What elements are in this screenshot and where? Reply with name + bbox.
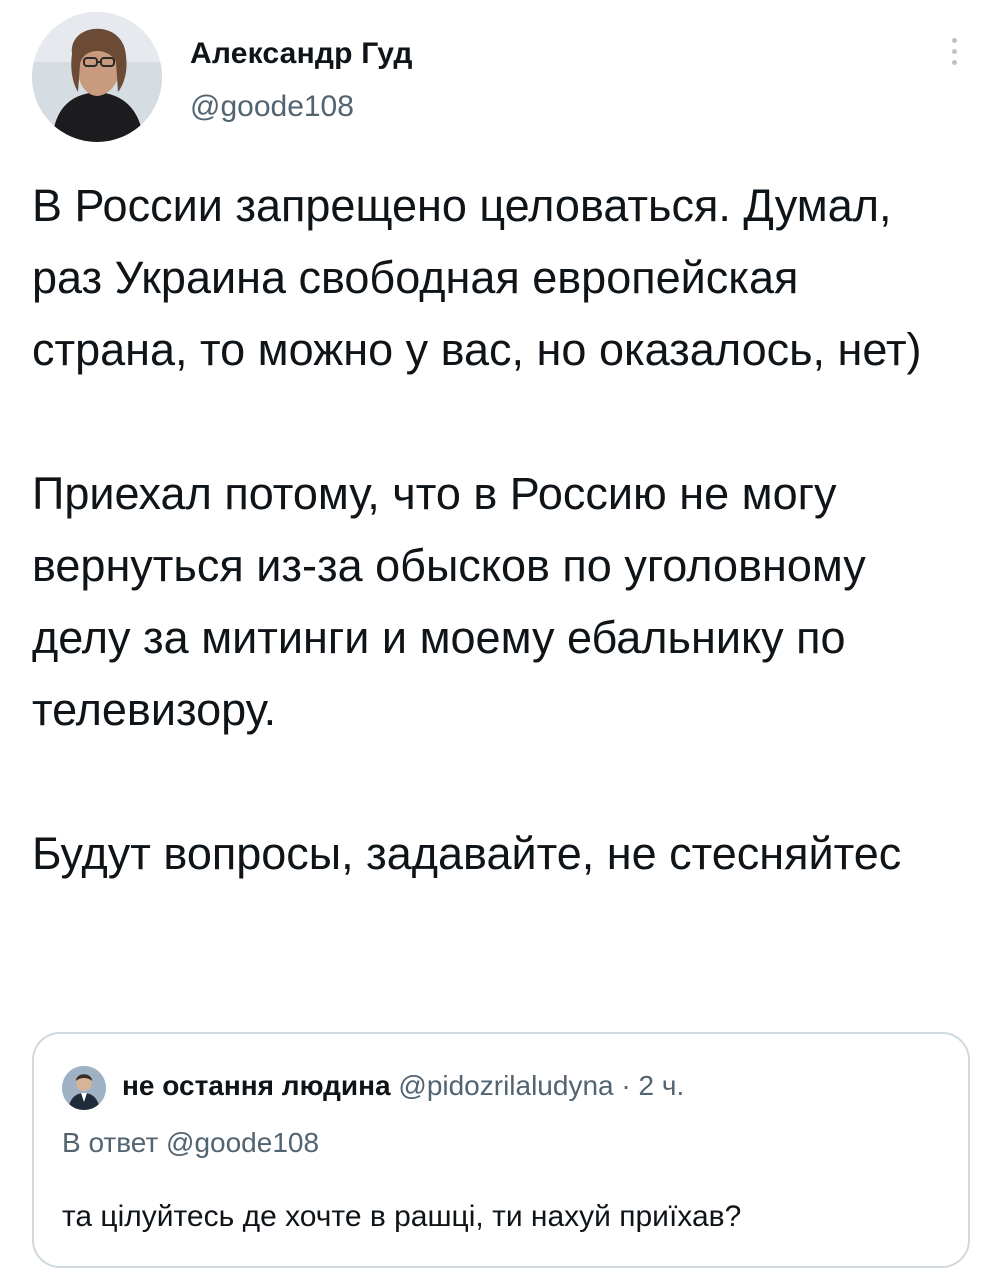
tweet-paragraph: В России запрещено целоваться. Думал, ра…	[32, 180, 922, 375]
tweet-text: В России запрещено целоваться. Думал, ра…	[32, 170, 962, 890]
quoted-author-name[interactable]: не остання людина	[122, 1070, 391, 1101]
author-avatar[interactable]	[32, 12, 162, 142]
tweet-header: Александр Гуд @goode108	[32, 12, 972, 152]
tweet: Александр Гуд @goode108 В России запреще…	[0, 0, 1001, 1280]
meta-separator: ·	[621, 1070, 631, 1101]
tweet-paragraph: Приехал потому, что в Россию не могу вер…	[32, 468, 866, 735]
quoted-meta: не остання людина @pidozrilaludyna · 2 ч…	[122, 1070, 684, 1102]
quoted-tweet[interactable]: не остання людина @pidozrilaludyna · 2 ч…	[32, 1032, 970, 1268]
avatar-photo-icon	[62, 1066, 106, 1110]
quoted-text: та цілуйтесь де хочте в рашці, ти нахуй …	[62, 1200, 742, 1233]
tweet-paragraph: Будут вопросы, задавайте, не стесняйтес	[32, 828, 902, 879]
avatar-photo-icon	[32, 12, 162, 142]
author-name[interactable]: Александр Гуд	[190, 37, 413, 71]
reply-to-label: В ответ @goode108	[62, 1127, 320, 1158]
quoted-author-handle[interactable]: @pidozrilaludyna	[398, 1070, 613, 1101]
quoted-timestamp[interactable]: 2 ч.	[639, 1070, 685, 1101]
author-handle[interactable]: @goode108	[190, 90, 354, 124]
quoted-author-avatar[interactable]	[62, 1066, 106, 1110]
more-vertical-icon[interactable]	[944, 34, 964, 78]
